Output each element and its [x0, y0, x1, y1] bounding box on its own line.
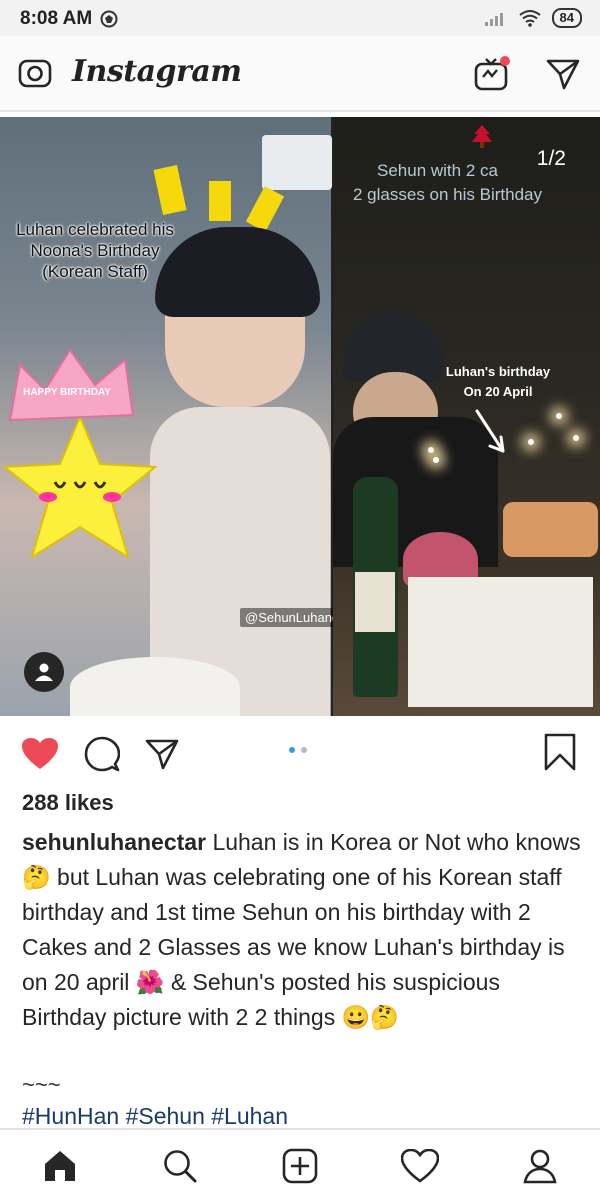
- tree-emoji-icon: [472, 125, 492, 148]
- browser-status-icon: [100, 10, 118, 28]
- birthday-note: Luhan's birthday On 20 April: [433, 362, 563, 402]
- sticker-mark: [245, 186, 285, 232]
- arrow-icon: [475, 409, 505, 453]
- wifi-icon: [518, 10, 541, 27]
- candle-light: [428, 447, 434, 453]
- search-icon[interactable]: [160, 1146, 200, 1186]
- heart-icon[interactable]: [20, 734, 60, 774]
- left-image-caption: Luhan celebrated his Noona's Birthday (K…: [0, 219, 190, 282]
- app-logo: Instagram: [72, 54, 242, 89]
- add-icon[interactable]: [280, 1146, 320, 1186]
- carousel-counter: 1/2: [536, 147, 566, 170]
- candle-light: [573, 435, 579, 441]
- candle-light: [556, 413, 562, 419]
- likes-count[interactable]: 288 likes: [22, 790, 114, 816]
- crown-text: HAPPY BIRTHDAY: [23, 387, 111, 398]
- person-icon: [35, 663, 53, 681]
- note-line: On 20 April: [463, 384, 533, 399]
- share-icon[interactable]: [142, 734, 182, 774]
- candle-light: [433, 457, 439, 463]
- air-conditioner: [262, 135, 332, 190]
- post-caption: sehunluhanectar Luhan is in Korea or Not…: [22, 825, 582, 1035]
- post-image[interactable]: HAPPY BIRTHDAY Luhan celebrated his Noon…: [0, 117, 600, 716]
- post-actions: [0, 716, 600, 786]
- app-header: Instagram: [0, 36, 600, 112]
- star-sticker: [2, 414, 158, 560]
- table-box: [408, 577, 593, 707]
- bottom-nav: [0, 1128, 600, 1202]
- signal-icon: [484, 13, 503, 26]
- wine-label: [355, 572, 395, 632]
- left-caption-line: (Korean Staff): [42, 262, 148, 281]
- caption-username[interactable]: sehunluhanectar: [22, 829, 206, 855]
- left-caption-line: Noona's Birthday: [30, 241, 160, 260]
- candle-light: [528, 439, 534, 445]
- left-caption-line: Luhan celebrated his: [16, 220, 174, 239]
- bookmark-icon[interactable]: [540, 732, 580, 772]
- status-time: 8:08 AM: [20, 8, 93, 29]
- profile-icon[interactable]: [520, 1146, 560, 1186]
- status-bar: 8:08 AM 84: [0, 0, 600, 36]
- carousel-dot: [301, 747, 307, 753]
- camera-icon[interactable]: [16, 54, 54, 92]
- sticker-mark: [209, 181, 231, 221]
- comment-icon[interactable]: [82, 734, 122, 774]
- battery-indicator: 84: [551, 8, 582, 28]
- caption-text: Luhan is in Korea or Not who knows🤔 but …: [22, 829, 581, 1030]
- post-photo-right: Sehun with 2 ca 2 glasses on his Birthda…: [333, 117, 600, 716]
- caption-tilde: ~~~: [22, 1072, 61, 1097]
- right-caption-line-1: Sehun with 2 ca: [377, 161, 498, 180]
- home-icon[interactable]: [40, 1146, 80, 1186]
- post-photo-left: HAPPY BIRTHDAY Luhan celebrated his Noon…: [0, 117, 366, 716]
- right-caption-line-2: 2 glasses on his Birthday: [353, 185, 542, 204]
- caption-hashtags[interactable]: #HunHan #Sehun #Luhan: [22, 1103, 288, 1130]
- direct-icon[interactable]: [543, 54, 583, 94]
- tagged-user-button[interactable]: [24, 652, 64, 692]
- cake: [503, 502, 598, 557]
- activity-icon[interactable]: [400, 1146, 440, 1186]
- crown-sticker: HAPPY BIRTHDAY: [8, 348, 135, 422]
- note-line: Luhan's birthday: [445, 364, 551, 379]
- sticker-mark: [153, 165, 187, 215]
- igtv-icon[interactable]: [472, 54, 512, 94]
- cake: [70, 657, 240, 716]
- carousel-dot-active: [289, 747, 295, 753]
